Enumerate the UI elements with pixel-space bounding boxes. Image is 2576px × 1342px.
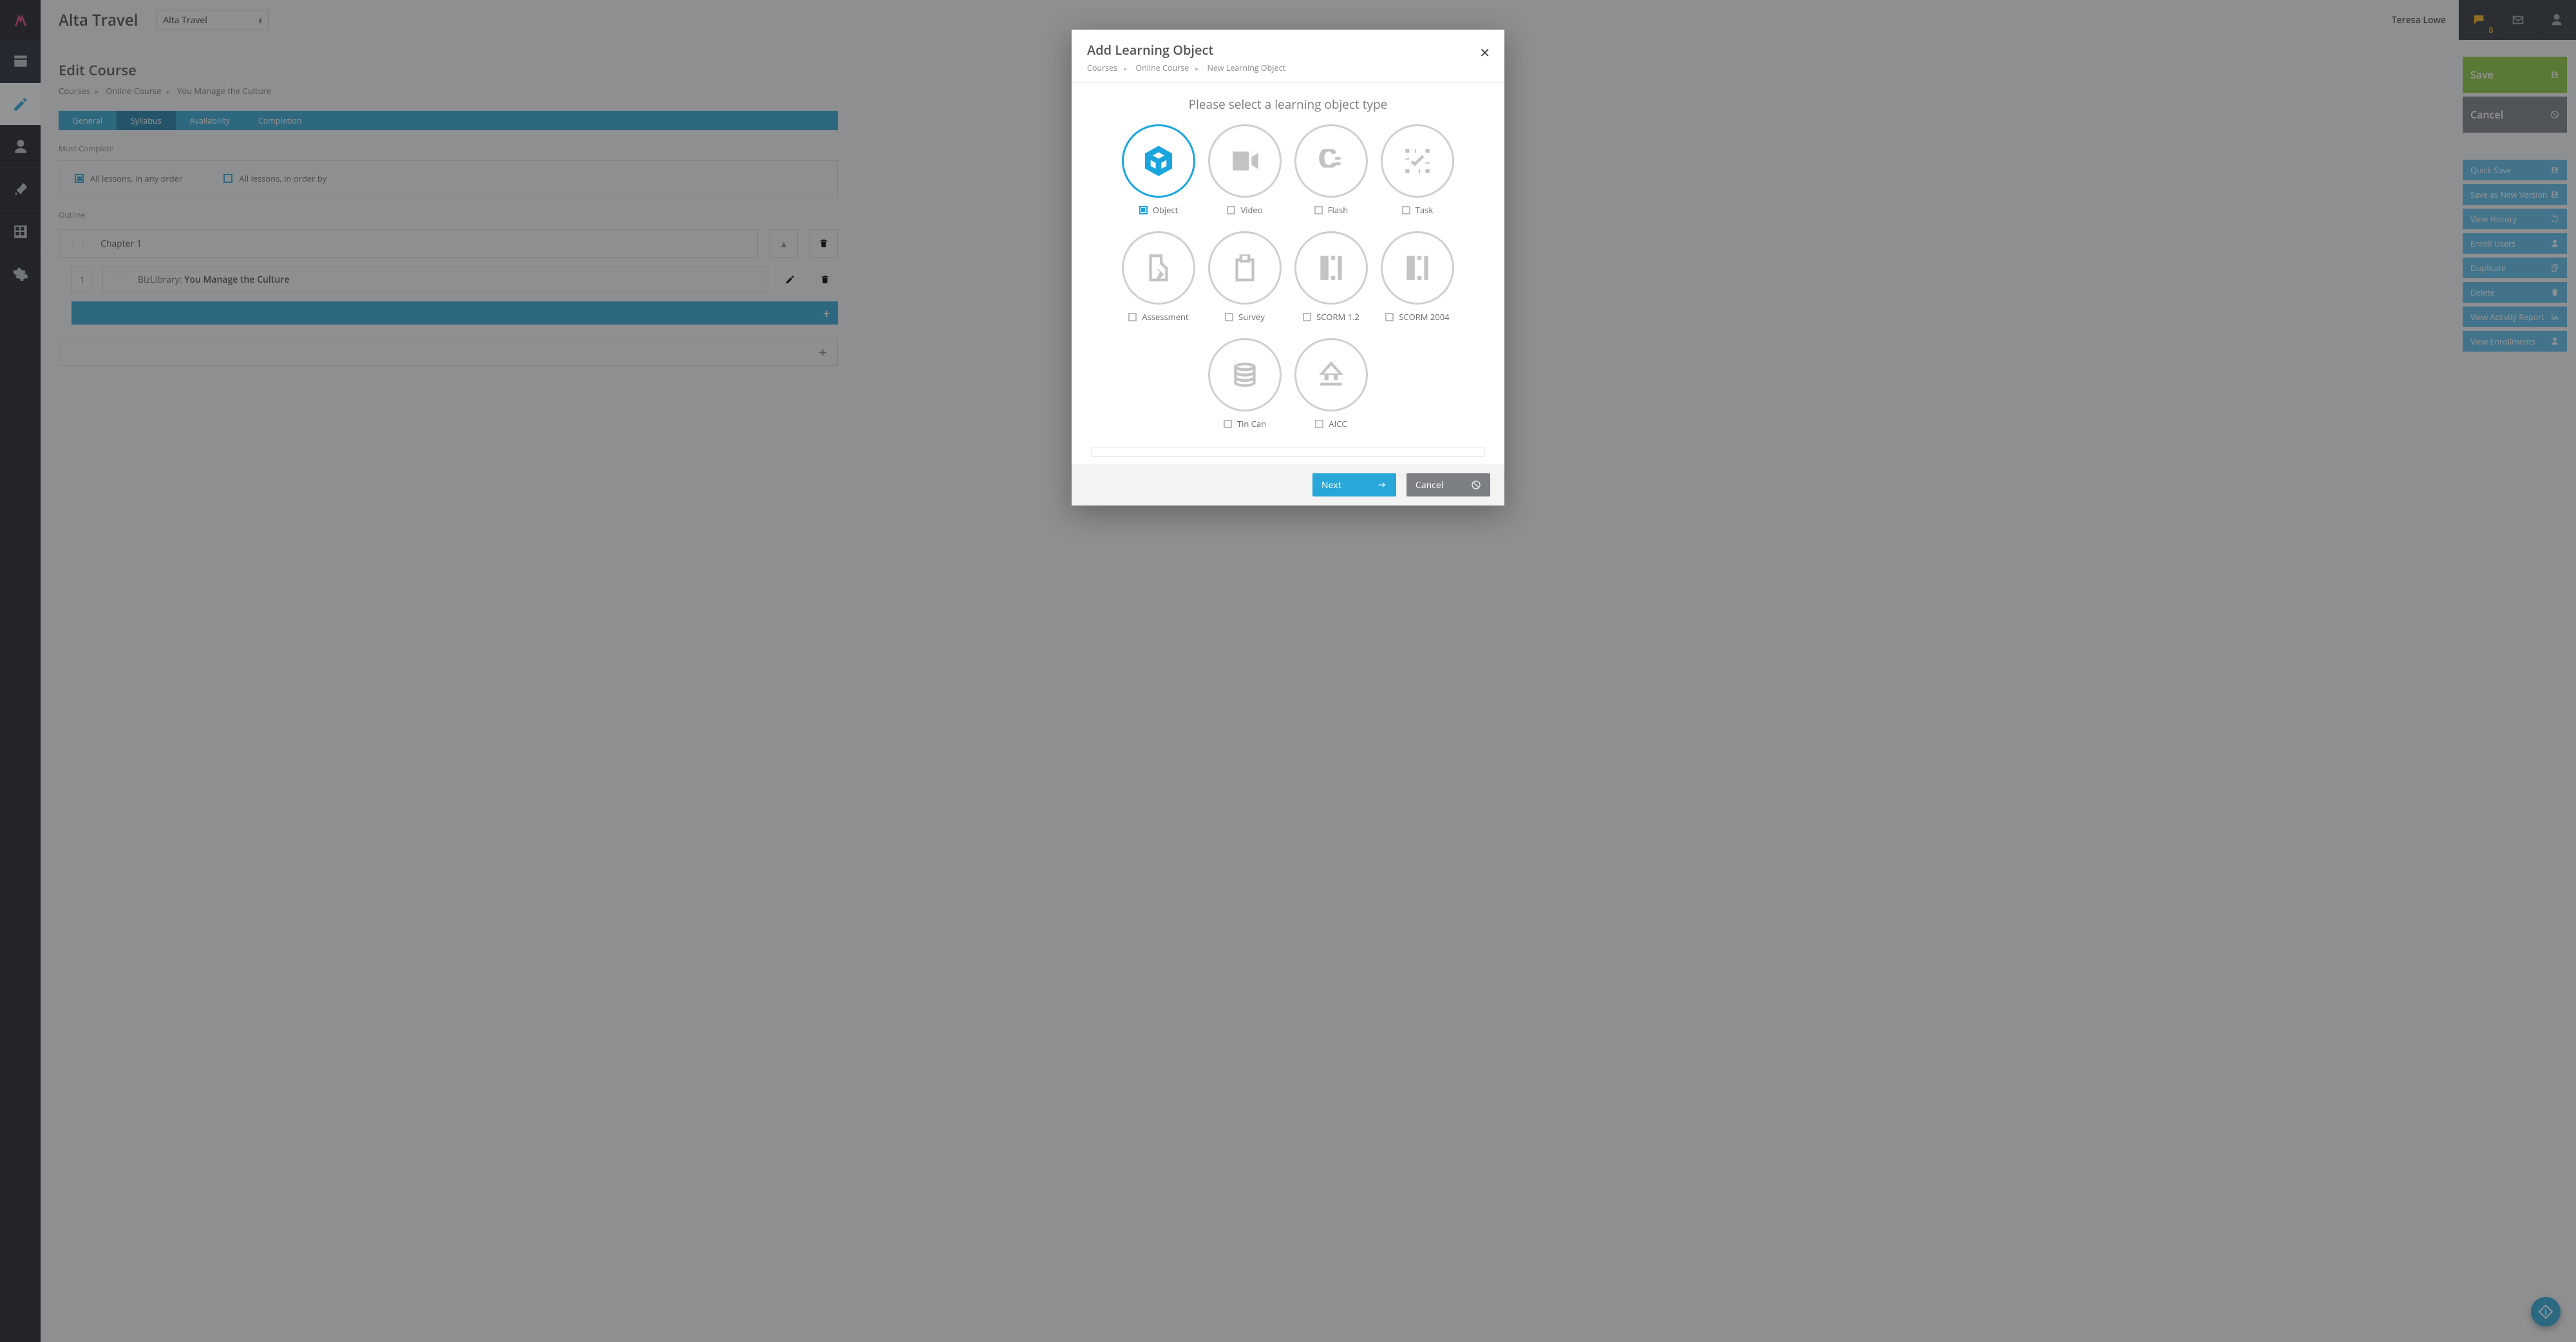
type-grid-row3: Tin Can AICC bbox=[1087, 338, 1489, 430]
type-grid-row1: Object Video Flash Task Assessment Surve… bbox=[1087, 124, 1489, 323]
type-aicc[interactable]: AICC bbox=[1288, 338, 1374, 430]
type-scorm2004[interactable]: SCORM 2004 bbox=[1374, 231, 1461, 323]
add-learning-object-modal: Add Learning Object Courses▸ Online Cour… bbox=[1072, 30, 1504, 506]
type-tincan[interactable]: Tin Can bbox=[1202, 338, 1288, 430]
aicc-icon bbox=[1315, 359, 1347, 391]
video-icon bbox=[1229, 145, 1261, 177]
type-scorm12[interactable]: SCORM 1.2 bbox=[1288, 231, 1374, 323]
modal-close[interactable]: ✕ bbox=[1479, 44, 1490, 61]
task-icon bbox=[1401, 145, 1434, 177]
type-assessment[interactable]: Assessment bbox=[1115, 231, 1202, 323]
type-task[interactable]: Task bbox=[1374, 124, 1461, 216]
cube-icon bbox=[1142, 145, 1175, 177]
scorm-icon bbox=[1315, 252, 1347, 284]
modal-breadcrumb: Courses▸ Online Course▸ New Learning Obj… bbox=[1087, 62, 1489, 73]
type-survey[interactable]: Survey bbox=[1202, 231, 1288, 323]
arrow-icon bbox=[1377, 480, 1387, 490]
modal-title: Add Learning Object bbox=[1087, 41, 1489, 59]
type-video[interactable]: Video bbox=[1202, 124, 1288, 216]
type-flash[interactable]: Flash bbox=[1288, 124, 1374, 216]
modal-next-button[interactable]: Next bbox=[1312, 473, 1396, 496]
survey-icon bbox=[1229, 252, 1261, 284]
type-object[interactable]: Object bbox=[1115, 124, 1202, 216]
scorm-icon bbox=[1401, 252, 1434, 284]
tincan-icon bbox=[1229, 359, 1261, 391]
assessment-icon bbox=[1142, 252, 1175, 284]
modal-cancel-button[interactable]: Cancel bbox=[1406, 473, 1490, 496]
flash-icon bbox=[1315, 145, 1347, 177]
modal-footer: Next Cancel bbox=[1072, 464, 1504, 506]
cancel-icon bbox=[1471, 480, 1481, 490]
name-field-placeholder[interactable] bbox=[1091, 448, 1485, 457]
modal-prompt: Please select a learning object type bbox=[1087, 96, 1489, 113]
